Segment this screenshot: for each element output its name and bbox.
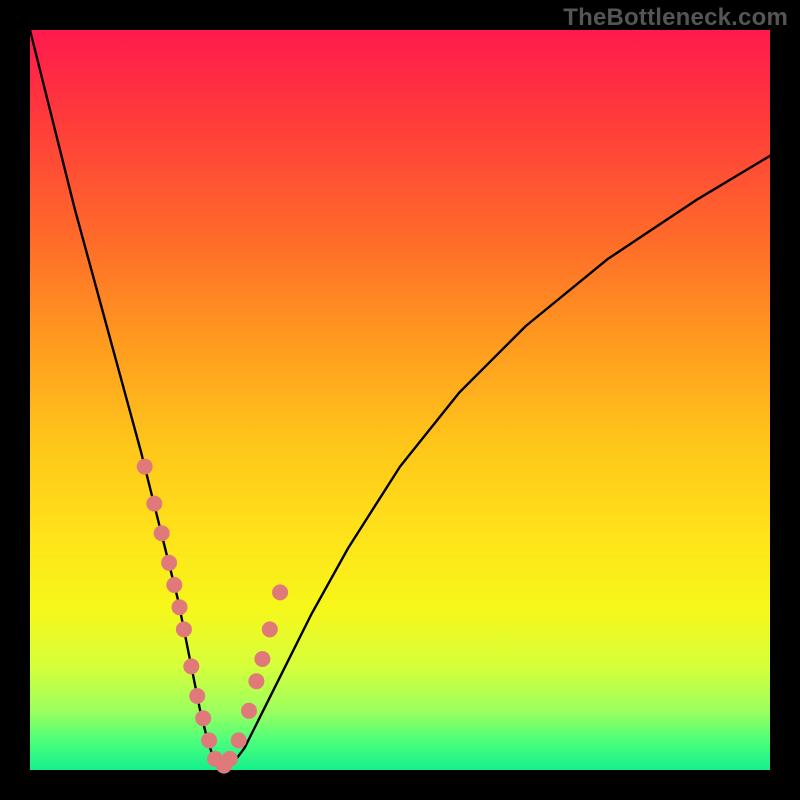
data-point [272,584,288,600]
data-point [146,496,162,512]
data-point [231,732,247,748]
data-point [137,459,153,475]
chart-plot-area [30,30,770,770]
data-point [241,703,257,719]
data-point [195,710,211,726]
data-point [183,658,199,674]
data-point [189,688,205,704]
data-point [222,751,238,767]
data-point [176,621,192,637]
data-point [262,621,278,637]
data-point [161,555,177,571]
data-point [254,651,270,667]
chart-svg [30,30,770,770]
data-point [166,577,182,593]
data-point [154,525,170,541]
watermark-text: TheBottleneck.com [563,4,788,32]
chart-frame: TheBottleneck.com [0,0,800,800]
bottleneck-curve [30,30,770,768]
data-points-group [137,459,288,774]
data-point [201,732,217,748]
data-point [248,673,264,689]
data-point [172,599,188,615]
